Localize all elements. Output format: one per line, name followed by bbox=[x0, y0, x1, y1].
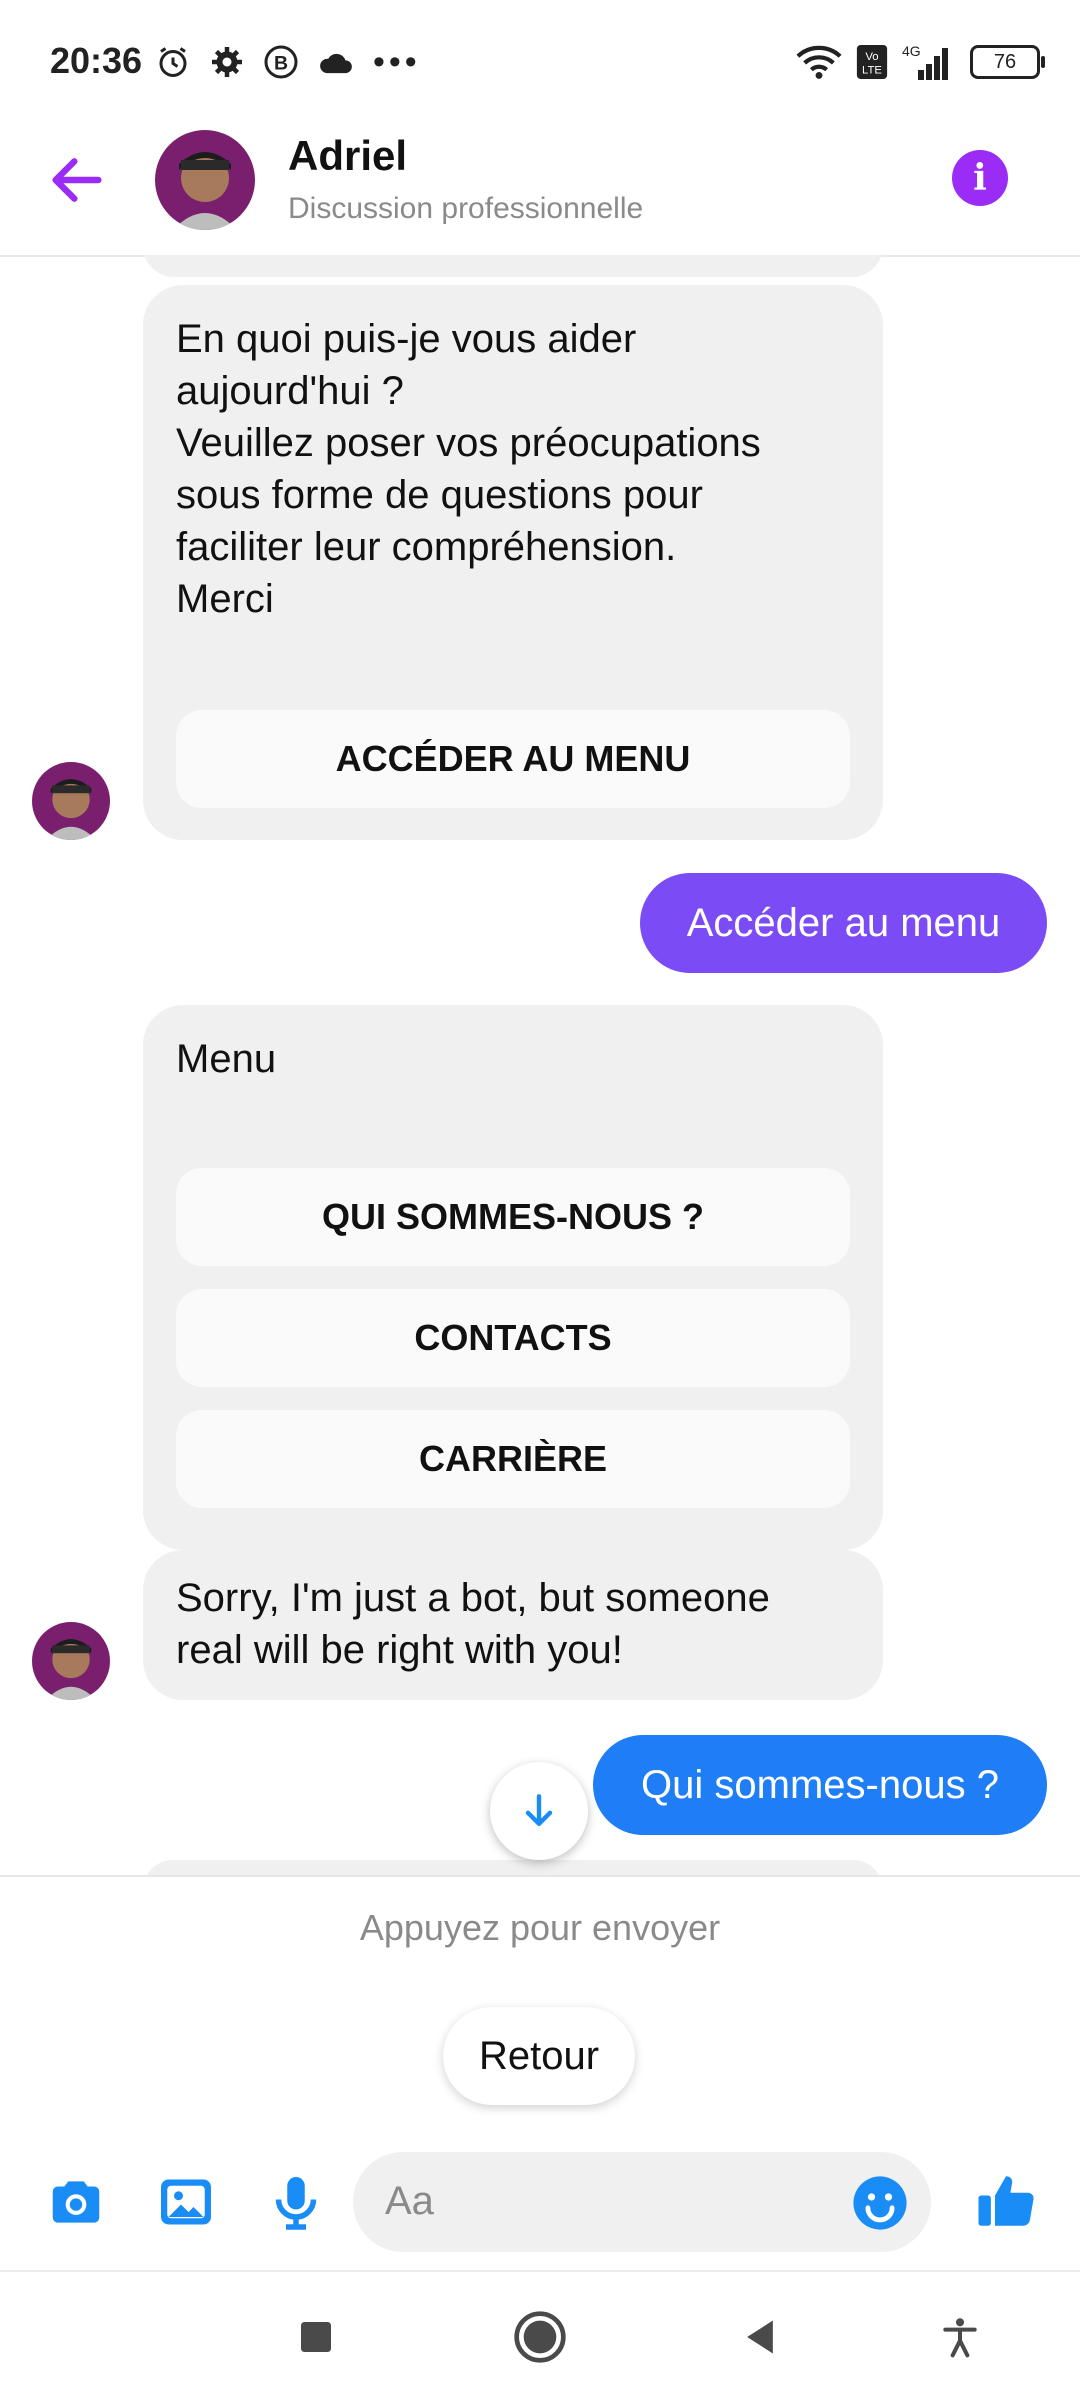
square-icon bbox=[301, 2322, 331, 2352]
wifi-icon bbox=[796, 45, 842, 79]
signal-icon: 4G bbox=[902, 44, 948, 80]
contact-avatar[interactable] bbox=[155, 130, 255, 230]
next-message-bubble bbox=[143, 1860, 883, 1875]
message-input-placeholder: Aa bbox=[385, 2179, 434, 2223]
accessibility-button[interactable] bbox=[938, 2315, 982, 2359]
send-hint: Appuyez pour envoyer bbox=[359, 1907, 721, 1948]
sent-message-text: Qui sommes-nous ? bbox=[641, 1762, 999, 1807]
svg-text:LTE: LTE bbox=[862, 64, 882, 76]
bot-reply-line: Sorry, I'm just a bot, but someone bbox=[176, 1576, 770, 1620]
message-input[interactable]: Aa bbox=[353, 2152, 931, 2252]
contact-name: Adriel bbox=[288, 132, 408, 179]
network-type: 4G bbox=[902, 44, 921, 59]
accessibility-icon bbox=[943, 2318, 977, 2358]
contact-subtitle: Discussion professionnelle bbox=[288, 192, 644, 225]
status-icons-left: B ••• bbox=[155, 44, 421, 80]
cloud-icon bbox=[320, 53, 352, 74]
info-icon: i bbox=[973, 157, 987, 199]
settings-icon bbox=[212, 47, 242, 77]
scroll-to-bottom-button[interactable] bbox=[490, 1762, 588, 1860]
thumbs-up-icon bbox=[978, 2176, 1034, 2226]
greeting-line: sous forme de questions pour bbox=[176, 473, 703, 517]
greeting-text: En quoi puis-je vous aider aujourd'hui ?… bbox=[176, 313, 856, 625]
quick-reply-panel: Appuyez pour envoyer Retour Aa bbox=[0, 1875, 1080, 2272]
greeting-message: En quoi puis-je vous aider aujourd'hui ?… bbox=[143, 285, 883, 840]
greeting-line: faciliter leur compréhension. bbox=[176, 525, 677, 569]
triangle-back-icon bbox=[747, 2320, 773, 2354]
svg-text:Vo: Vo bbox=[865, 51, 878, 63]
battery-level: 76 bbox=[993, 50, 1017, 73]
menu-title: Menu bbox=[176, 1037, 277, 1081]
retour-button[interactable]: Retour bbox=[443, 2007, 635, 2105]
bot-avatar bbox=[32, 1622, 110, 1700]
arrow-down-icon bbox=[525, 1794, 553, 1827]
menu-message: Menu QUI SOMMES-NOUS ? CONTACTS CARRIÈRE bbox=[143, 1005, 883, 1550]
bot-avatar bbox=[32, 762, 110, 840]
message-list: En quoi puis-je vous aider aujourd'hui ?… bbox=[0, 255, 1080, 1875]
info-button[interactable]: i bbox=[952, 150, 1008, 206]
gallery-button[interactable] bbox=[150, 2166, 222, 2238]
status-time: 20:36 bbox=[50, 40, 143, 81]
menu-button-qui-sommes-nous[interactable]: QUI SOMMES-NOUS ? bbox=[176, 1168, 850, 1266]
camera-button[interactable] bbox=[40, 2166, 112, 2238]
sent-message-text: Accéder au menu bbox=[686, 900, 1001, 945]
recents-button[interactable] bbox=[296, 2317, 336, 2357]
bot-reply-line: real will be right with you! bbox=[176, 1628, 623, 1672]
greeting-line: Veuillez poser vos préocupations bbox=[176, 421, 761, 465]
greeting-line: En quoi puis-je vous aider bbox=[176, 317, 637, 361]
microphone-button[interactable] bbox=[260, 2166, 332, 2238]
volte-icon: VoLTE bbox=[856, 45, 888, 79]
back-arrow-icon bbox=[52, 158, 102, 202]
b-badge-icon: B bbox=[264, 45, 298, 79]
menu-button-carriere[interactable]: CARRIÈRE bbox=[176, 1410, 850, 1508]
previous-message-bubble bbox=[143, 255, 883, 277]
emoji-button[interactable] bbox=[851, 2174, 909, 2232]
sent-message-access-menu: Accéder au menu bbox=[640, 873, 1047, 973]
microphone-icon bbox=[275, 2177, 317, 2230]
emoji-icon bbox=[853, 2176, 907, 2230]
greeting-line: Merci bbox=[176, 577, 274, 621]
alarm-icon bbox=[159, 47, 187, 77]
greeting-line: aujourd'hui ? bbox=[176, 369, 404, 413]
battery-indicator: 76 bbox=[970, 45, 1045, 79]
conversation-header: Adriel Discussion professionnelle i bbox=[0, 110, 1080, 257]
status-bar: 20:36 B ••• Vo LTE 4G 76 bbox=[0, 0, 1080, 110]
home-button[interactable] bbox=[512, 2309, 568, 2365]
menu-button-contacts[interactable]: CONTACTS bbox=[176, 1289, 850, 1387]
sent-message-qui-sommes-nous: Qui sommes-nous ? bbox=[593, 1735, 1047, 1835]
svg-text:B: B bbox=[274, 53, 288, 75]
bot-reply-text: Sorry, I'm just a bot, but someone real … bbox=[176, 1572, 866, 1676]
camera-icon bbox=[52, 2181, 100, 2223]
image-icon bbox=[161, 2179, 211, 2225]
like-button[interactable] bbox=[970, 2165, 1042, 2237]
system-back-button[interactable] bbox=[738, 2315, 782, 2359]
bot-reply-message: Sorry, I'm just a bot, but someone real … bbox=[143, 1550, 883, 1700]
system-navigation-bar bbox=[0, 2270, 1080, 2402]
more-notifications-icon: ••• bbox=[373, 43, 421, 81]
status-icons-right: Vo LTE 4G 76 bbox=[796, 44, 1045, 80]
home-circle-icon bbox=[514, 2311, 566, 2363]
back-button[interactable] bbox=[45, 148, 109, 212]
access-menu-button[interactable]: ACCÉDER AU MENU bbox=[176, 710, 850, 808]
